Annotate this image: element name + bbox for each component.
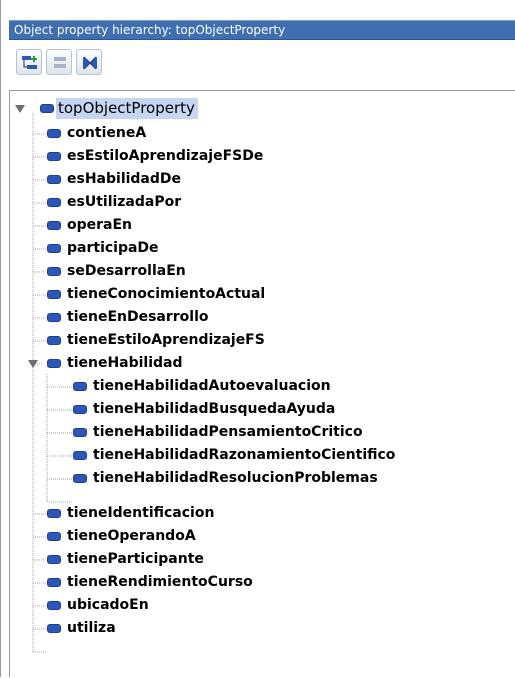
object-property-icon [47,221,61,230]
delete-property-icon [83,56,97,70]
tree-node-label: esHabilidadDe [67,171,182,187]
object-property-icon [47,624,61,633]
tree-node-root[interactable]: topObjectProperty [10,98,310,120]
delete-property-button[interactable] [76,49,102,75]
tree-node-label: operaEn [67,217,133,233]
object-property-icon [47,313,61,322]
object-property-icon [47,509,61,518]
object-property-icon [47,129,61,138]
tree-node-label: tieneHabilidad [67,355,183,371]
tree-node-label: topObjectProperty [56,98,198,119]
tree-node-label: tieneEstiloAprendizajeFS [67,332,265,348]
tree-node-expanded[interactable]: tieneHabilidad [10,353,310,375]
add-sub-property-icon [22,56,37,69]
add-sibling-property-button[interactable] [46,49,72,75]
tree-node-label: utiliza [67,620,116,636]
object-property-icon [47,578,61,587]
object-property-hierarchy-panel: Object property hierarchy: topObjectProp… [0,0,515,677]
object-property-icon [47,532,61,541]
object-property-icon [47,175,61,184]
tree-node-label: tieneRendimientoCurso [67,574,253,590]
object-property-icon [47,290,61,299]
tree-node-label: participaDe [67,240,159,256]
tree-node-label: tieneHabilidadBusquedaAyuda [93,401,336,417]
object-property-icon [47,267,61,276]
property-tree: topObjectProperty contieneA esEstiloApre… [9,90,515,677]
expand-toggle-icon[interactable] [28,360,38,368]
object-property-icon [47,152,61,161]
tree-node-label: tieneOperandoA [67,528,196,544]
object-property-icon [47,244,61,253]
object-property-icon [47,555,61,564]
object-property-icon [40,104,54,113]
tree-node-label: tieneIdentificacion [67,505,215,521]
tree-node-label: esEstiloAprendizajeFSDe [67,148,264,164]
tree-node-label: tieneConocimientoActual [67,286,266,302]
tree-node-label: contieneA [67,125,147,141]
panel-title: Object property hierarchy: topObjectProp… [9,20,515,40]
object-property-icon [73,451,87,460]
tree-node-label: ubicadoEn [67,597,149,613]
object-property-icon [73,428,87,437]
hierarchy-toolbar [9,44,515,80]
tree-node-label: seDesarrollaEn [67,263,186,279]
object-property-icon [73,405,87,414]
object-property-icon [73,382,87,391]
object-property-icon [47,198,61,207]
object-property-icon [47,336,61,345]
tree-node-label: tieneEnDesarrollo [67,309,209,325]
object-property-icon [47,359,61,368]
add-sibling-property-icon [54,57,66,68]
tree-node-label: tieneHabilidadAutoevaluacion [93,378,331,394]
object-property-icon [47,601,61,610]
tree-node-label: esUtilizadaPor [67,194,182,210]
tree-node-label: tieneHabilidadRazonamientoCientifico [93,447,396,463]
tree-node-label: tieneHabilidadResolucionProblemas [93,470,378,486]
object-property-icon [73,474,87,483]
tree-node-label: tieneHabilidadPensamientoCritico [93,424,363,440]
expand-toggle-icon[interactable] [15,105,25,113]
add-sub-property-button[interactable] [16,49,42,75]
tree-node-label: tieneParticipante [67,551,204,567]
